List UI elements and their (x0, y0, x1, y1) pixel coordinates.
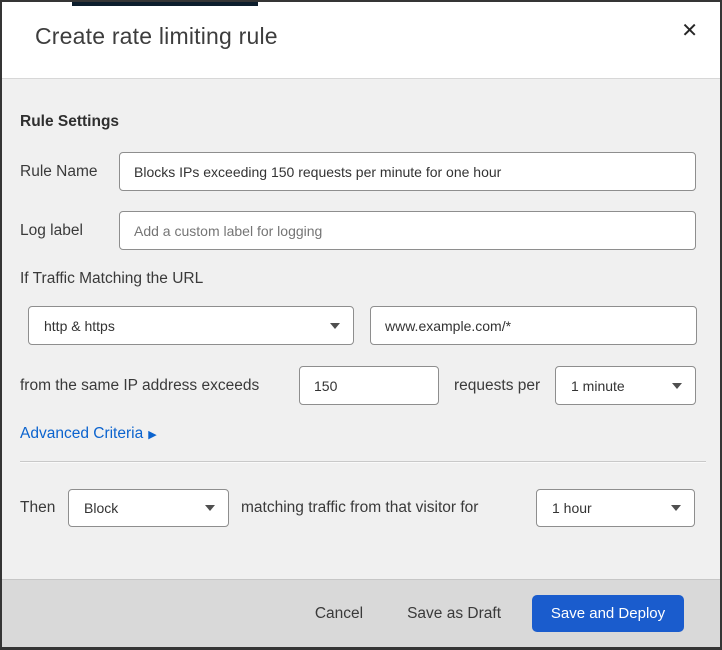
duration-dropdown[interactable]: 1 hour (536, 489, 695, 527)
create-rate-limiting-rule-dialog: Create rate limiting rule ✕ Rule Setting… (0, 0, 722, 650)
period-dropdown[interactable]: 1 minute (555, 366, 696, 405)
close-icon[interactable]: ✕ (677, 16, 702, 44)
chevron-down-icon (671, 505, 681, 511)
save-and-deploy-button[interactable]: Save and Deploy (532, 595, 684, 632)
period-dropdown-value: 1 minute (571, 377, 625, 394)
duration-dropdown-value: 1 hour (552, 500, 592, 516)
request-count-input[interactable] (299, 366, 439, 405)
log-label-input[interactable] (119, 211, 696, 250)
log-label-label: Log label (20, 222, 83, 239)
chevron-down-icon (205, 505, 215, 511)
dialog-header: Create rate limiting rule ✕ (2, 2, 720, 79)
rule-settings-heading: Rule Settings (20, 113, 120, 130)
rule-name-input[interactable] (119, 152, 696, 191)
section-divider (20, 461, 706, 463)
url-pattern-input[interactable] (370, 306, 697, 345)
action-dropdown[interactable]: Block (68, 489, 229, 527)
dialog-footer: Cancel Save as Draft Save and Deploy (2, 579, 720, 647)
advanced-criteria-link[interactable]: Advanced Criteria ▶ (20, 425, 157, 443)
action-dropdown-value: Block (84, 500, 119, 516)
dialog-title: Create rate limiting rule (35, 23, 278, 49)
then-label: Then (20, 499, 56, 516)
scheme-dropdown[interactable]: http & https (28, 306, 354, 345)
rule-name-label: Rule Name (20, 163, 98, 180)
requests-per-text: requests per (454, 377, 541, 394)
traffic-match-intro: If Traffic Matching the URL (20, 270, 204, 287)
chevron-down-icon (672, 382, 682, 389)
advanced-criteria-label: Advanced Criteria (20, 425, 144, 442)
save-as-draft-button[interactable]: Save as Draft (407, 605, 501, 623)
triangle-right-icon: ▶ (148, 427, 157, 441)
then-middle-text: matching traffic from that visitor for (241, 499, 479, 516)
scheme-dropdown-value: http & https (44, 317, 115, 334)
cancel-button[interactable]: Cancel (315, 605, 363, 623)
exceeds-text: from the same IP address exceeds (20, 377, 260, 394)
chevron-down-icon (330, 322, 340, 329)
background-page-strip (72, 2, 258, 6)
